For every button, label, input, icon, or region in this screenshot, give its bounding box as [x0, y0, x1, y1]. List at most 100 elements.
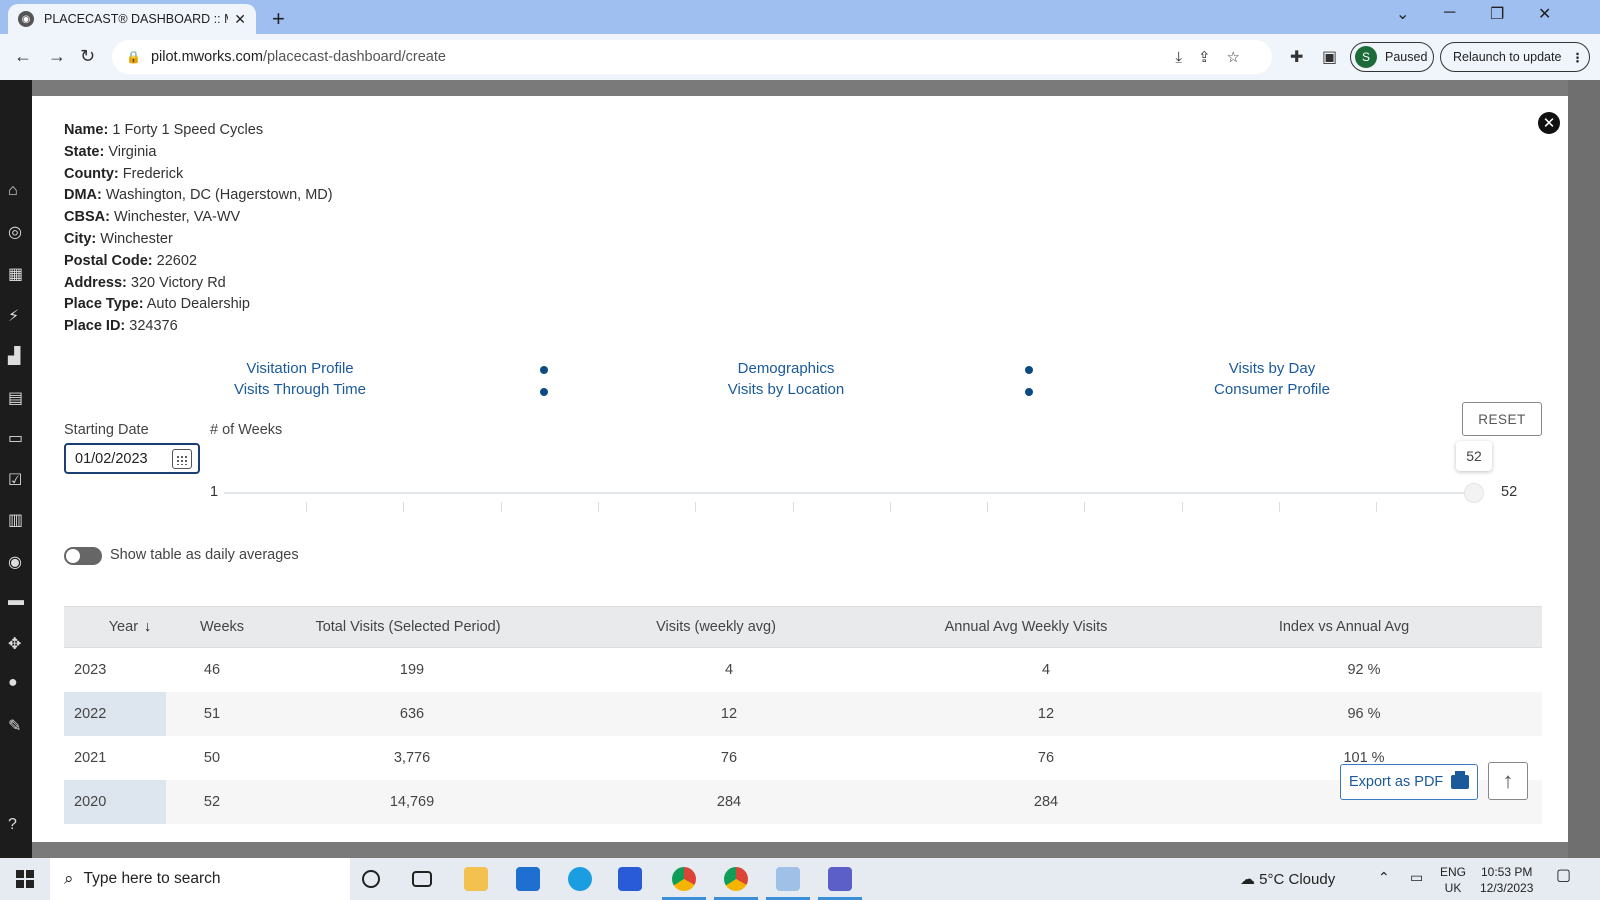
window-close-icon[interactable]: ✕: [1538, 4, 1551, 24]
cell-weekly-avg: 12: [720, 706, 738, 722]
daily-averages-toggle[interactable]: [64, 547, 102, 565]
reset-button[interactable]: RESET: [1462, 402, 1542, 436]
compass-icon[interactable]: ◎: [8, 222, 26, 241]
cloud-icon: ☁: [1240, 871, 1255, 888]
link-visits-through-time[interactable]: Visits Through Time: [234, 381, 366, 398]
address-bar[interactable]: 🔒 pilot.mworks.com/placecast-dashboard/c…: [112, 40, 1272, 74]
weather-widget[interactable]: ☁ 5°C Cloudy: [1240, 870, 1335, 888]
info-label: Place Type:: [64, 296, 144, 313]
side-panel-icon[interactable]: ▣: [1322, 47, 1337, 67]
modal-close-button[interactable]: ✕: [1538, 112, 1560, 134]
weeks-slider-track[interactable]: [224, 492, 1474, 494]
checklist-icon[interactable]: ☑: [8, 470, 26, 489]
windows-start-icon[interactable]: [16, 870, 34, 888]
report-icon[interactable]: ▤: [8, 388, 26, 407]
reload-icon[interactable]: ↻: [80, 46, 95, 67]
cell-year: 2021: [74, 750, 107, 766]
tab-search-chevron-icon[interactable]: ⌄: [1396, 4, 1409, 24]
info-label: Address:: [64, 274, 127, 291]
extensions-icon[interactable]: ✚: [1290, 47, 1303, 67]
store-icon[interactable]: ▭: [8, 428, 26, 447]
link-visits-by-day[interactable]: Visits by Day: [1229, 360, 1315, 377]
info-row: Place ID: 324376: [64, 316, 333, 338]
info-label: State:: [64, 143, 105, 160]
link-visitation-profile[interactable]: Visitation Profile: [246, 360, 353, 377]
starting-date-value: 01/02/2023: [75, 450, 148, 467]
weeks-label: # of Weeks: [210, 422, 283, 438]
building-icon[interactable]: ▟: [8, 346, 26, 365]
profile-button[interactable]: S Paused: [1350, 42, 1434, 72]
vehicle-icon[interactable]: ▬: [8, 592, 26, 610]
relaunch-button[interactable]: Relaunch to update ⋮: [1440, 42, 1590, 72]
puzzle-icon[interactable]: ✥: [8, 634, 26, 653]
link-consumer-profile[interactable]: Consumer Profile: [1214, 381, 1330, 398]
new-tab-icon[interactable]: +: [272, 6, 285, 32]
site-favicon-icon: ◉: [18, 11, 34, 27]
tray-chevron-icon[interactable]: ⌃: [1378, 869, 1390, 885]
slider-tick: [889, 502, 891, 512]
target-icon[interactable]: ◉: [8, 552, 26, 571]
paint-icon[interactable]: [776, 867, 800, 891]
bookmark-star-icon[interactable]: ☆: [1227, 49, 1256, 66]
chrome-profile-icon[interactable]: [724, 867, 748, 891]
task-view-icon[interactable]: [412, 871, 432, 887]
info-label: Place ID:: [64, 318, 126, 335]
col-index-header: Index vs Annual Avg: [1278, 619, 1410, 635]
restore-icon[interactable]: ❐: [1490, 4, 1504, 24]
file-explorer-icon[interactable]: [464, 867, 488, 891]
col-year-header[interactable]: Year ↓: [109, 619, 152, 635]
omnibox-actions[interactable]: ⤓⇪☆: [1175, 48, 1256, 66]
weeks-slider-handle[interactable]: [1464, 483, 1484, 503]
install-icon[interactable]: ⤓: [1175, 49, 1198, 66]
cell-year: 2023: [74, 662, 107, 678]
table-row: 2023 46 199 4 4 92 %: [64, 648, 1542, 692]
back-icon[interactable]: ←: [14, 46, 32, 67]
profile-status: Paused: [1385, 50, 1428, 64]
daily-averages-label: Show table as daily averages: [110, 547, 299, 563]
cell-annual-avg: 12: [1037, 706, 1055, 722]
calendar-icon[interactable]: [172, 449, 192, 469]
link-visits-by-location[interactable]: Visits by Location: [728, 381, 844, 398]
tab-close-icon[interactable]: ✕: [234, 11, 246, 28]
scroll-to-top-button[interactable]: ↑: [1488, 762, 1528, 800]
separator-dot: [540, 366, 548, 374]
sort-down-icon[interactable]: ↓: [144, 619, 151, 635]
link-demographics[interactable]: Demographics: [738, 360, 835, 377]
teams-icon[interactable]: [828, 867, 852, 891]
store-icon[interactable]: [618, 867, 642, 891]
cell-weeks: 46: [203, 662, 221, 678]
info-value: Washington, DC (Hagerstown, MD): [105, 187, 333, 204]
info-row: Name: 1 Forty 1 Speed Cycles: [64, 120, 333, 142]
help-icon[interactable]: ?: [8, 816, 26, 834]
slider-tick: [792, 502, 794, 512]
more-menu-icon[interactable]: ⋮: [1571, 50, 1584, 65]
export-pdf-button[interactable]: Export as PDF: [1340, 764, 1478, 800]
clock[interactable]: 10:53 PM 12/3/2023: [1480, 864, 1533, 896]
browser-tab[interactable]: ◉ PLACECAST® DASHBOARD :: M ✕: [8, 4, 256, 34]
taskbar-search-box[interactable]: ⌕ Type here to search: [50, 858, 350, 900]
notifications-icon[interactable]: ▢: [1556, 868, 1571, 884]
chrome-icon[interactable]: [672, 867, 696, 891]
header-label: Year: [108, 619, 139, 635]
network-icon[interactable]: ▭: [1410, 869, 1423, 885]
forward-icon[interactable]: →: [48, 46, 66, 67]
analytics-icon[interactable]: ⚡: [8, 306, 26, 325]
user-icon[interactable]: ●: [8, 674, 26, 692]
slider-tick: [306, 502, 307, 512]
language-indicator[interactable]: ENG UK: [1440, 864, 1466, 896]
export-pdf-label: Export as PDF: [1349, 774, 1444, 790]
lock-icon: 🔒: [126, 50, 141, 64]
browser-toolbar: ← → ↻ 🔒 pilot.mworks.com/placecast-dashb…: [0, 34, 1600, 80]
grid-icon[interactable]: ▦: [8, 264, 26, 283]
wrench-icon[interactable]: ✎: [8, 716, 26, 735]
info-value: Frederick: [122, 165, 184, 182]
home-icon[interactable]: ⌂: [8, 182, 26, 200]
starting-date-input[interactable]: 01/02/2023: [64, 443, 200, 474]
minimize-icon[interactable]: ─: [1444, 4, 1455, 22]
share-icon[interactable]: ⇪: [1198, 49, 1227, 66]
cortana-icon[interactable]: [362, 870, 380, 888]
edge-icon[interactable]: [568, 867, 592, 891]
cell-year: 2020: [74, 794, 107, 810]
bar-chart-icon[interactable]: ▥: [8, 510, 26, 529]
mail-icon[interactable]: [516, 867, 540, 891]
